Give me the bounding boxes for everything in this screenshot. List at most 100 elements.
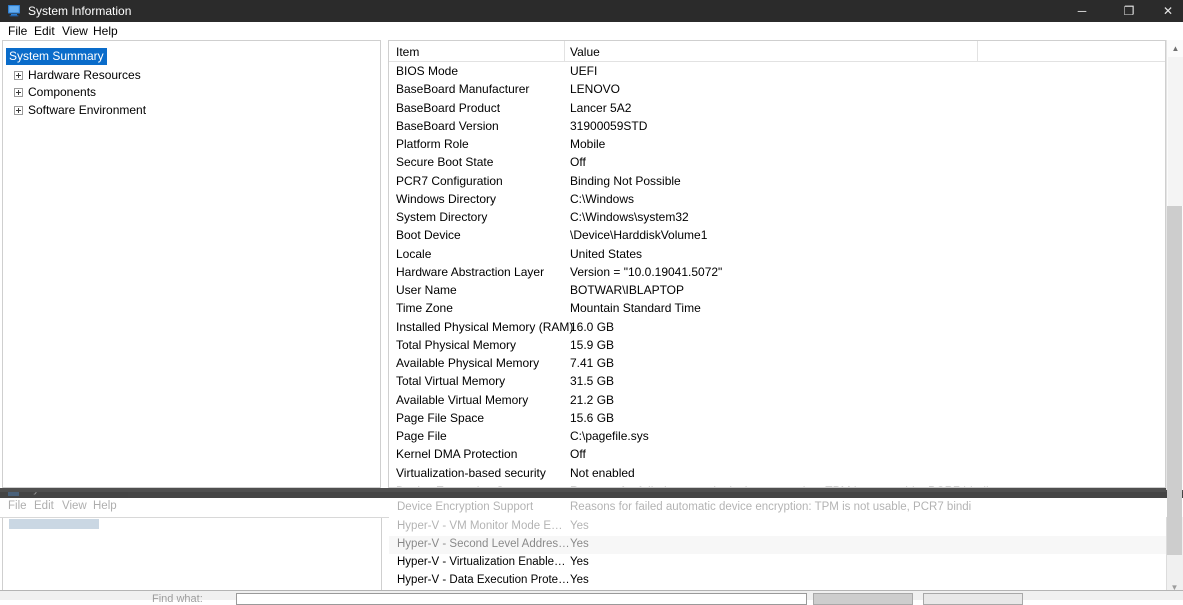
row-value: 21.2 GB: [570, 392, 615, 407]
background-menu-file[interactable]: File: [8, 500, 27, 512]
column-divider[interactable]: [564, 41, 565, 62]
row-item: User Name: [396, 283, 457, 297]
background-row-value: Yes: [570, 520, 589, 532]
window-bottom-edge: [0, 488, 1183, 492]
background-menu-help[interactable]: Help: [93, 500, 117, 512]
table-row[interactable]: Available Physical Memory 7.41 GB: [389, 354, 1165, 372]
background-table-row[interactable]: Device Encryption Support Reasons for fa…: [389, 499, 1170, 517]
expand-plus-icon[interactable]: [14, 71, 23, 80]
column-divider[interactable]: [977, 41, 978, 62]
menu-edit[interactable]: Edit: [34, 24, 55, 38]
table-row[interactable]: Installed Physical Memory (RAM) 16.0 GB: [389, 318, 1165, 336]
column-header-item[interactable]: Item: [396, 45, 419, 59]
column-header-value[interactable]: Value: [570, 45, 600, 59]
tree-item-label: System Summary: [6, 48, 107, 65]
tree-item-label: Hardware Resources: [28, 68, 141, 82]
row-item: BaseBoard Manufacturer: [396, 82, 530, 97]
row-item: System Directory: [396, 210, 488, 224]
scrollbar-thumb[interactable]: [1167, 206, 1182, 546]
table-row[interactable]: Windows Directory C:\Windows: [389, 190, 1165, 208]
row-item: Hardware Abstraction Layer: [396, 264, 545, 279]
scroll-up-arrow-icon[interactable]: ▲: [1167, 40, 1183, 57]
table-row[interactable]: BaseBoard Version 31900059STD: [389, 117, 1165, 135]
maximize-restore-button[interactable]: ❐: [1106, 0, 1152, 22]
table-row[interactable]: Secure Boot State Off: [389, 153, 1165, 171]
find-input[interactable]: [236, 593, 807, 605]
table-row[interactable]: BaseBoard Manufacturer LENOVO: [389, 80, 1165, 98]
row-item: Locale: [396, 246, 432, 261]
list-rows: BIOS Mode UEFI BaseBoard Manufacturer LENO…: [389, 62, 1165, 487]
background-tree-pane[interactable]: [2, 518, 382, 600]
close-find-button[interactable]: [923, 593, 1023, 605]
window-content: System Summary Hardware Resources Compon…: [0, 40, 1183, 490]
background-table-row[interactable]: Hyper-V - Second Level Addres… Yes: [389, 536, 1170, 554]
row-item: BaseBoard Version: [396, 118, 499, 133]
table-row[interactable]: PCR7 Configuration Binding Not Possible: [389, 172, 1165, 190]
background-system-information-window[interactable]: System Information File Edit View Help D…: [0, 484, 1183, 600]
background-table-row[interactable]: Hyper-V - Data Execution Prote… Yes: [389, 572, 1170, 590]
row-value: 15.6 GB: [570, 410, 615, 425]
list-column-header[interactable]: Item Value: [389, 41, 1165, 62]
row-value: Lancer 5A2: [570, 100, 632, 115]
tree-item-label: Software Environment: [28, 103, 147, 117]
table-row[interactable]: Kernel DMA Protection Off: [389, 445, 1165, 463]
row-value: 15.9 GB: [570, 337, 615, 352]
table-row[interactable]: Time Zone Mountain Standard Time: [389, 299, 1165, 317]
table-row[interactable]: User Name BOTWAR\IBLAPTOP: [389, 281, 1165, 299]
row-item: PCR7 Configuration: [396, 173, 503, 188]
row-value: C:\Windows\system32: [570, 210, 689, 224]
row-value: Version = "10.0.19041.5072": [570, 264, 723, 279]
background-menu-view[interactable]: View: [62, 500, 87, 512]
table-row[interactable]: System Directory C:\Windows\system32: [389, 208, 1165, 226]
table-row[interactable]: Total Physical Memory 15.9 GB: [389, 336, 1165, 354]
row-item: Kernel DMA Protection: [396, 447, 518, 462]
row-value: C:\pagefile.sys: [570, 429, 649, 443]
row-value: Off: [570, 155, 586, 170]
background-tree-selected-item[interactable]: [9, 519, 99, 529]
background-row-item: Hyper-V - VM Monitor Mode E…: [397, 520, 563, 532]
details-list-pane[interactable]: Item Value BIOS Mode UEFI BaseBoard Manuf…: [388, 40, 1166, 488]
find-bar: Find what:: [0, 590, 1183, 605]
background-row-value: Yes: [570, 574, 589, 586]
minimize-button[interactable]: ─: [1059, 0, 1105, 22]
table-row[interactable]: Boot Device \Device\HarddiskVolume1: [389, 226, 1165, 244]
background-menu-edit[interactable]: Edit: [34, 500, 54, 512]
row-item: BIOS Mode: [396, 64, 459, 78]
window-titlebar[interactable]: System Information ─ ❐ ✕: [0, 0, 1183, 22]
table-row[interactable]: BIOS Mode UEFI: [389, 62, 1165, 80]
table-row[interactable]: Virtualization-based security Not enabled: [389, 464, 1165, 482]
table-row[interactable]: Hardware Abstraction Layer Version = "10.…: [389, 263, 1165, 281]
background-list-pane[interactable]: Device Encryption Support Reasons for fa…: [389, 499, 1170, 600]
row-item: Page File: [396, 429, 447, 443]
navigation-tree-pane[interactable]: System Summary Hardware Resources Compon…: [2, 40, 381, 488]
background-table-row[interactable]: Hyper-V - VM Monitor Mode E… Yes: [389, 518, 1170, 536]
row-item: BaseBoard Product: [396, 100, 501, 115]
scrollbar-track[interactable]: [1168, 57, 1183, 206]
background-table-row[interactable]: Hyper-V - Virtualization Enable… Yes: [389, 554, 1170, 572]
row-item: Boot Device: [396, 228, 461, 243]
row-item: Windows Directory: [396, 191, 497, 206]
find-what-label: Find what:: [152, 593, 203, 605]
table-row[interactable]: Available Virtual Memory 21.2 GB: [389, 391, 1165, 409]
tree-item-label: Components: [28, 85, 97, 99]
close-button[interactable]: ✕: [1153, 0, 1183, 22]
menu-help[interactable]: Help: [93, 24, 118, 38]
expand-plus-icon[interactable]: [14, 106, 23, 115]
row-item: Available Physical Memory: [396, 356, 540, 370]
menu-bar: File Edit View Help: [0, 22, 1183, 40]
table-row[interactable]: BaseBoard Product Lancer 5A2: [389, 99, 1165, 117]
table-row[interactable]: Page File Space 15.6 GB: [389, 409, 1165, 427]
row-value: BOTWAR\IBLAPTOP: [570, 283, 685, 297]
row-value: Binding Not Possible: [570, 173, 681, 188]
table-row[interactable]: Platform Role Mobile: [389, 135, 1165, 153]
table-row[interactable]: Page File C:\pagefile.sys: [389, 427, 1165, 445]
row-value: C:\Windows: [570, 191, 635, 206]
table-row[interactable]: Total Virtual Memory 31.5 GB: [389, 372, 1165, 390]
table-row[interactable]: Locale United States: [389, 245, 1165, 263]
find-button[interactable]: [813, 593, 913, 605]
row-item: Available Virtual Memory: [396, 392, 529, 407]
menu-file[interactable]: File: [8, 24, 27, 38]
row-item: Virtualization-based security: [396, 465, 546, 480]
expand-plus-icon[interactable]: [14, 88, 23, 97]
menu-view[interactable]: View: [62, 24, 88, 38]
